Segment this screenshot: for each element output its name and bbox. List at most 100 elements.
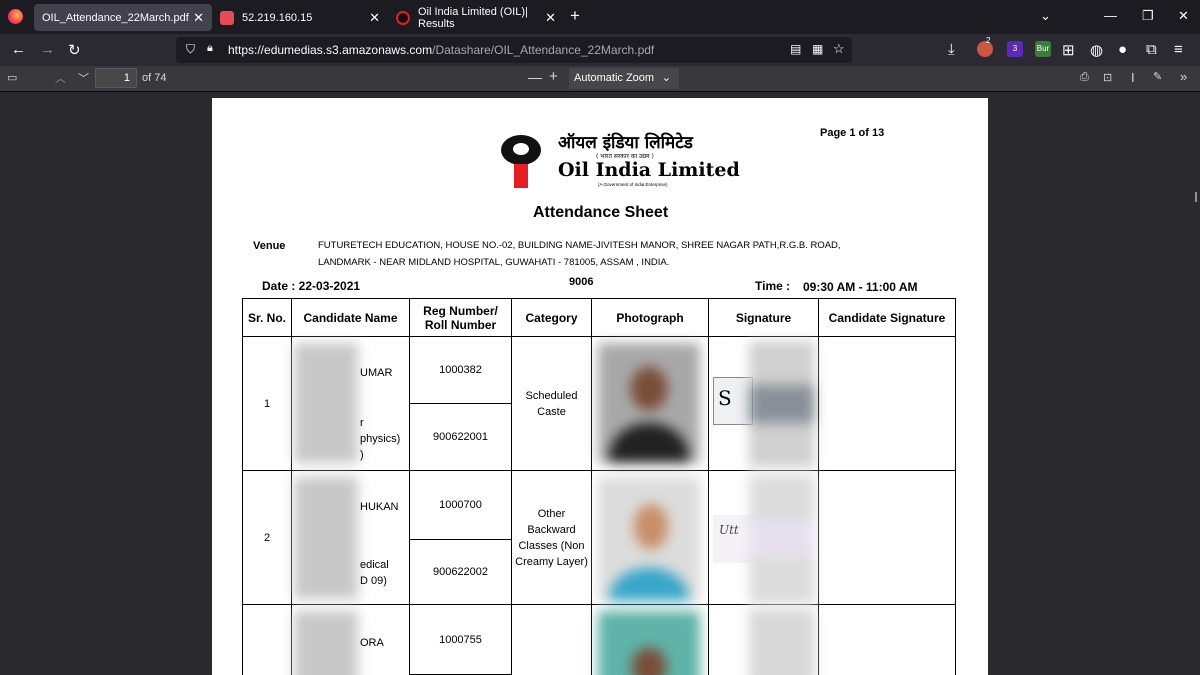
logo-english: Oil India Limited	[558, 159, 740, 181]
pdf-viewer[interactable]: Page 1 of 13 ऑयल इंडिया लिमिटेड ( भारत स…	[0, 92, 1200, 675]
back-icon[interactable]: ←	[11, 41, 26, 58]
tab-oil-results[interactable]: Oil India Limited (OIL)| Results ✕	[388, 4, 564, 31]
name-fragment: edical	[360, 559, 389, 571]
header-candidate-signature: Candidate Signature	[818, 298, 956, 337]
cell-reg: 1000382	[409, 336, 512, 404]
cell-photo	[591, 604, 709, 675]
zoom-in-icon[interactable]: +	[549, 68, 558, 85]
tab-title: OIL_Attendance_22March.pdf	[42, 11, 189, 24]
header-reg: Reg Number/Roll Number	[409, 298, 512, 337]
redacted-photo	[598, 477, 700, 601]
cell-sr: 1	[242, 336, 292, 471]
app-menu-icon[interactable]: ≡	[1174, 41, 1183, 58]
save-icon[interactable]: ⊡	[1103, 71, 1112, 84]
reload-icon[interactable]: ↻	[68, 41, 81, 59]
redacted-name-block	[294, 343, 358, 463]
pdf-toolbar: ▭ ︿ ﹀ 1 of 74 — + Automatic Zoom ⌄ ⎙ ⊡ I…	[0, 66, 1200, 92]
cell-name: HUKAN edical D 09)	[291, 470, 410, 605]
page-number-input[interactable]: 1	[95, 68, 137, 88]
restore-icon[interactable]: ❐	[1142, 8, 1154, 24]
name-fragment: UMAR	[360, 367, 393, 379]
oil-india-logo: ऑयल इंडिया लिमिटेड ( भारत सरकार का उद्यम…	[500, 126, 740, 196]
address-bar[interactable]: ⛉ 🔒︎ https://edumedias.s3.amazonaws.com/…	[176, 37, 852, 63]
lock-icon[interactable]: 🔒︎	[207, 42, 213, 55]
cell-roll: 900622002	[409, 539, 512, 605]
cell-name: ORA	[291, 604, 410, 675]
tracking-protection-icon[interactable]: ⛉	[186, 42, 195, 57]
text-select-icon[interactable]: I	[1131, 70, 1135, 85]
globe-icon	[220, 10, 234, 25]
extensions-puzzle-icon[interactable]: ⧉	[1146, 41, 1157, 58]
cell-sr: 2	[242, 470, 292, 605]
close-tab-icon[interactable]: ✕	[545, 10, 556, 26]
print-icon[interactable]: ⎙	[1080, 71, 1089, 84]
table-header-row: Sr. No. Candidate Name Reg Number/Roll N…	[242, 298, 956, 337]
minimize-icon[interactable]: —	[1104, 8, 1117, 23]
name-fragment: HUKAN	[360, 501, 399, 513]
signature-image: Utt	[713, 515, 753, 563]
palette-icon[interactable]: ◍	[1090, 41, 1103, 59]
header-sr: Sr. No.	[242, 298, 292, 337]
cell-category: Scheduled	[511, 604, 592, 675]
firefox-menu-icon[interactable]	[8, 9, 23, 24]
reader-view-icon[interactable]: ▤	[790, 42, 801, 56]
cell-reg: 1000700	[409, 470, 512, 540]
cell-candidate-signature[interactable]	[818, 336, 956, 471]
header-photo: Photograph	[591, 298, 709, 337]
forward-icon[interactable]: →	[40, 41, 55, 58]
page-label: Page 1 of 13	[820, 127, 885, 139]
extension-badge-icon[interactable]: 3	[1007, 41, 1023, 57]
addon-icon[interactable]: ●	[1118, 41, 1127, 58]
tab-pdf[interactable]: OIL_Attendance_22March.pdf ✕	[34, 4, 212, 31]
header-signature: Signature	[708, 298, 819, 337]
sheet-title: Attendance Sheet	[533, 204, 669, 221]
new-tab-button[interactable]: +	[570, 6, 580, 26]
redacted-signature	[749, 609, 815, 675]
chevron-down-icon: ⌄	[661, 72, 671, 84]
tab-title: 52.219.160.15	[242, 11, 313, 24]
zoom-select[interactable]: Automatic Zoom ⌄	[569, 68, 679, 89]
redacted-photo	[598, 611, 700, 675]
header-name: Candidate Name	[291, 298, 410, 337]
close-window-icon[interactable]: ✕	[1178, 8, 1189, 24]
name-fragment: )	[360, 449, 364, 461]
redacted-signature	[749, 341, 815, 467]
previous-page-icon[interactable]: ︿	[55, 70, 66, 86]
cell-category: Scheduled Caste	[511, 336, 592, 471]
extension-icon[interactable]: 2	[977, 36, 993, 57]
extensions-grid-icon[interactable]: ⊞	[1062, 41, 1075, 59]
grid-icon[interactable]: ▦	[812, 42, 823, 56]
draw-icon[interactable]: ✎	[1153, 70, 1162, 83]
scrollbar[interactable]	[1195, 192, 1197, 202]
venue-label: Venue	[253, 240, 286, 252]
url-text[interactable]: https://edumedias.s3.amazonaws.com/Datas…	[228, 43, 654, 57]
extension-bur-icon[interactable]: Bur	[1035, 41, 1051, 57]
more-tools-icon[interactable]: »	[1180, 69, 1187, 84]
redacted-signature	[749, 475, 815, 603]
bookmark-star-icon[interactable]: ☆	[833, 41, 845, 57]
close-tab-icon[interactable]: ✕	[369, 10, 380, 26]
cell-candidate-signature[interactable]	[818, 470, 956, 605]
cell-name: UMAR r physics) )	[291, 336, 410, 471]
signature-image: S	[713, 377, 753, 425]
pdf-page: Page 1 of 13 ऑयल इंडिया लिमिटेड ( भारत स…	[212, 98, 988, 675]
time-label: Time :	[755, 279, 791, 293]
venue-line-2: LANDMARK - NEAR MIDLAND HOSPITAL, GUWAHA…	[318, 257, 670, 268]
next-page-icon[interactable]: ﹀	[78, 70, 89, 86]
centre-code: 9006	[569, 276, 594, 288]
tab-ip[interactable]: 52.219.160.15 ✕	[212, 4, 388, 31]
cell-candidate-signature[interactable]	[818, 604, 956, 675]
table-row: 2 HUKAN edical D 09) 1000700 Other Backwa…	[242, 470, 956, 605]
time-value: 09:30 AM - 11:00 AM	[803, 280, 918, 294]
cell-reg: 1000755	[409, 604, 512, 675]
cell-photo	[591, 336, 709, 471]
downloads-icon[interactable]: ⤓	[948, 41, 955, 58]
venue-line-1: FUTURETECH EDUCATION, HOUSE NO.-02, BUIL…	[318, 240, 841, 251]
zoom-value: Automatic Zoom	[574, 72, 655, 84]
zoom-out-icon[interactable]: —	[528, 69, 542, 85]
sidebar-toggle-icon[interactable]: ▭	[7, 71, 17, 84]
list-all-tabs-icon[interactable]: ⌄	[1040, 8, 1051, 24]
tab-title: Oil India Limited (OIL)| Results	[418, 5, 528, 30]
cell-signature	[708, 604, 819, 675]
close-tab-icon[interactable]: ✕	[193, 10, 204, 26]
